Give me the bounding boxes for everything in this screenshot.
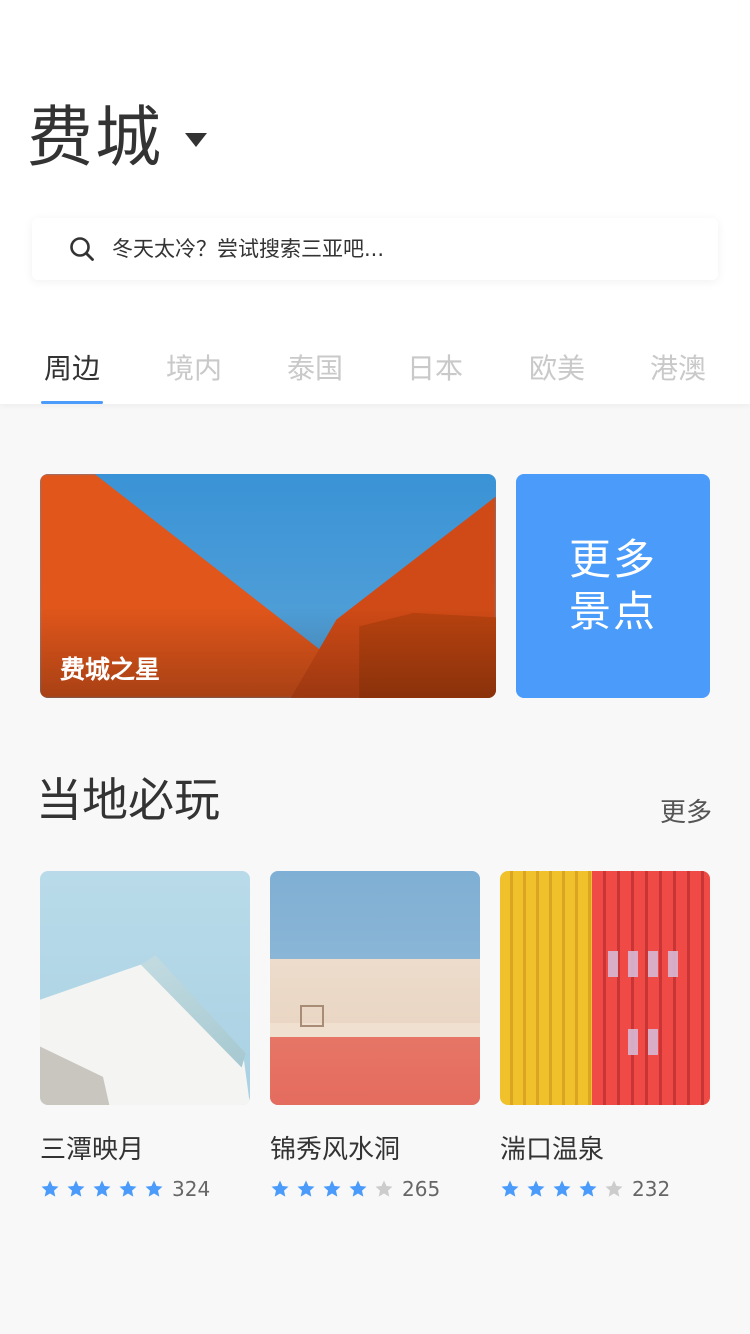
image-shape [608,951,618,977]
city-selector[interactable]: 费城 [27,96,207,180]
attraction-name: 三潭映月 [40,1135,145,1165]
tab-hk-macau[interactable]: 港澳 [647,340,709,404]
attraction-card[interactable]: 锦秀风水洞 265 [270,871,480,1201]
attraction-name: 湍口温泉 [500,1135,605,1165]
image-shape [628,1029,638,1055]
image-shape [648,1029,658,1055]
image-shape [300,1005,324,1027]
tab-europe-america[interactable]: 欧美 [526,340,588,404]
attraction-image [500,871,710,1105]
star-filled-icon [349,1180,367,1197]
search-icon [70,237,94,261]
star-filled-icon [501,1180,519,1197]
star-filled-icon [93,1180,111,1197]
star-filled-icon [553,1180,571,1197]
star-filled-icon [579,1180,597,1197]
rating-count: 265 [402,1177,441,1201]
star-filled-icon [119,1180,137,1197]
rating-count: 324 [172,1177,211,1201]
rating-count: 232 [632,1177,671,1201]
image-shape [668,951,678,977]
star-rating: 265 [270,1177,480,1201]
star-empty-icon [375,1180,393,1197]
section-more-link[interactable]: 更多 [660,792,712,829]
star-filled-icon [41,1180,59,1197]
attraction-name: 锦秀风水洞 [270,1135,401,1165]
featured-title: 费城之星 [60,655,161,684]
star-filled-icon [145,1180,163,1197]
attraction-image [270,871,480,1105]
tab-domestic[interactable]: 境内 [163,340,225,404]
image-shape [592,871,710,1105]
tab-thailand[interactable]: 泰国 [284,340,346,404]
featured-card[interactable]: 费城之星 [40,474,496,698]
star-filled-icon [323,1180,341,1197]
image-shape [628,951,638,977]
city-name: 费城 [27,99,163,176]
search-bar[interactable] [32,218,718,280]
star-filled-icon [527,1180,545,1197]
attraction-card[interactable]: 湍口温泉 232 [500,871,710,1201]
tab-japan[interactable]: 日本 [404,340,466,404]
more-spots-button[interactable]: 更多 景点 [516,474,710,698]
star-rating: 324 [40,1177,250,1201]
tab-nearby[interactable]: 周边 [41,340,103,404]
tab-bar: 周边 境内 泰国 日本 欧美 港澳 [0,340,750,404]
attraction-image [40,871,250,1105]
more-spots-line2: 景点 [568,587,657,636]
star-rating: 232 [500,1177,710,1201]
image-shape [648,951,658,977]
search-input[interactable] [112,229,692,269]
section-title: 当地必玩 [36,773,220,827]
caret-down-icon [185,133,207,147]
attraction-card[interactable]: 三潭映月 324 [40,871,250,1201]
header: 费城 周边 境内 泰国 日本 欧美 港澳 [0,0,750,404]
more-spots-line1: 更多 [568,535,657,584]
star-empty-icon [605,1180,623,1197]
star-filled-icon [271,1180,289,1197]
star-filled-icon [297,1180,315,1197]
star-filled-icon [67,1180,85,1197]
